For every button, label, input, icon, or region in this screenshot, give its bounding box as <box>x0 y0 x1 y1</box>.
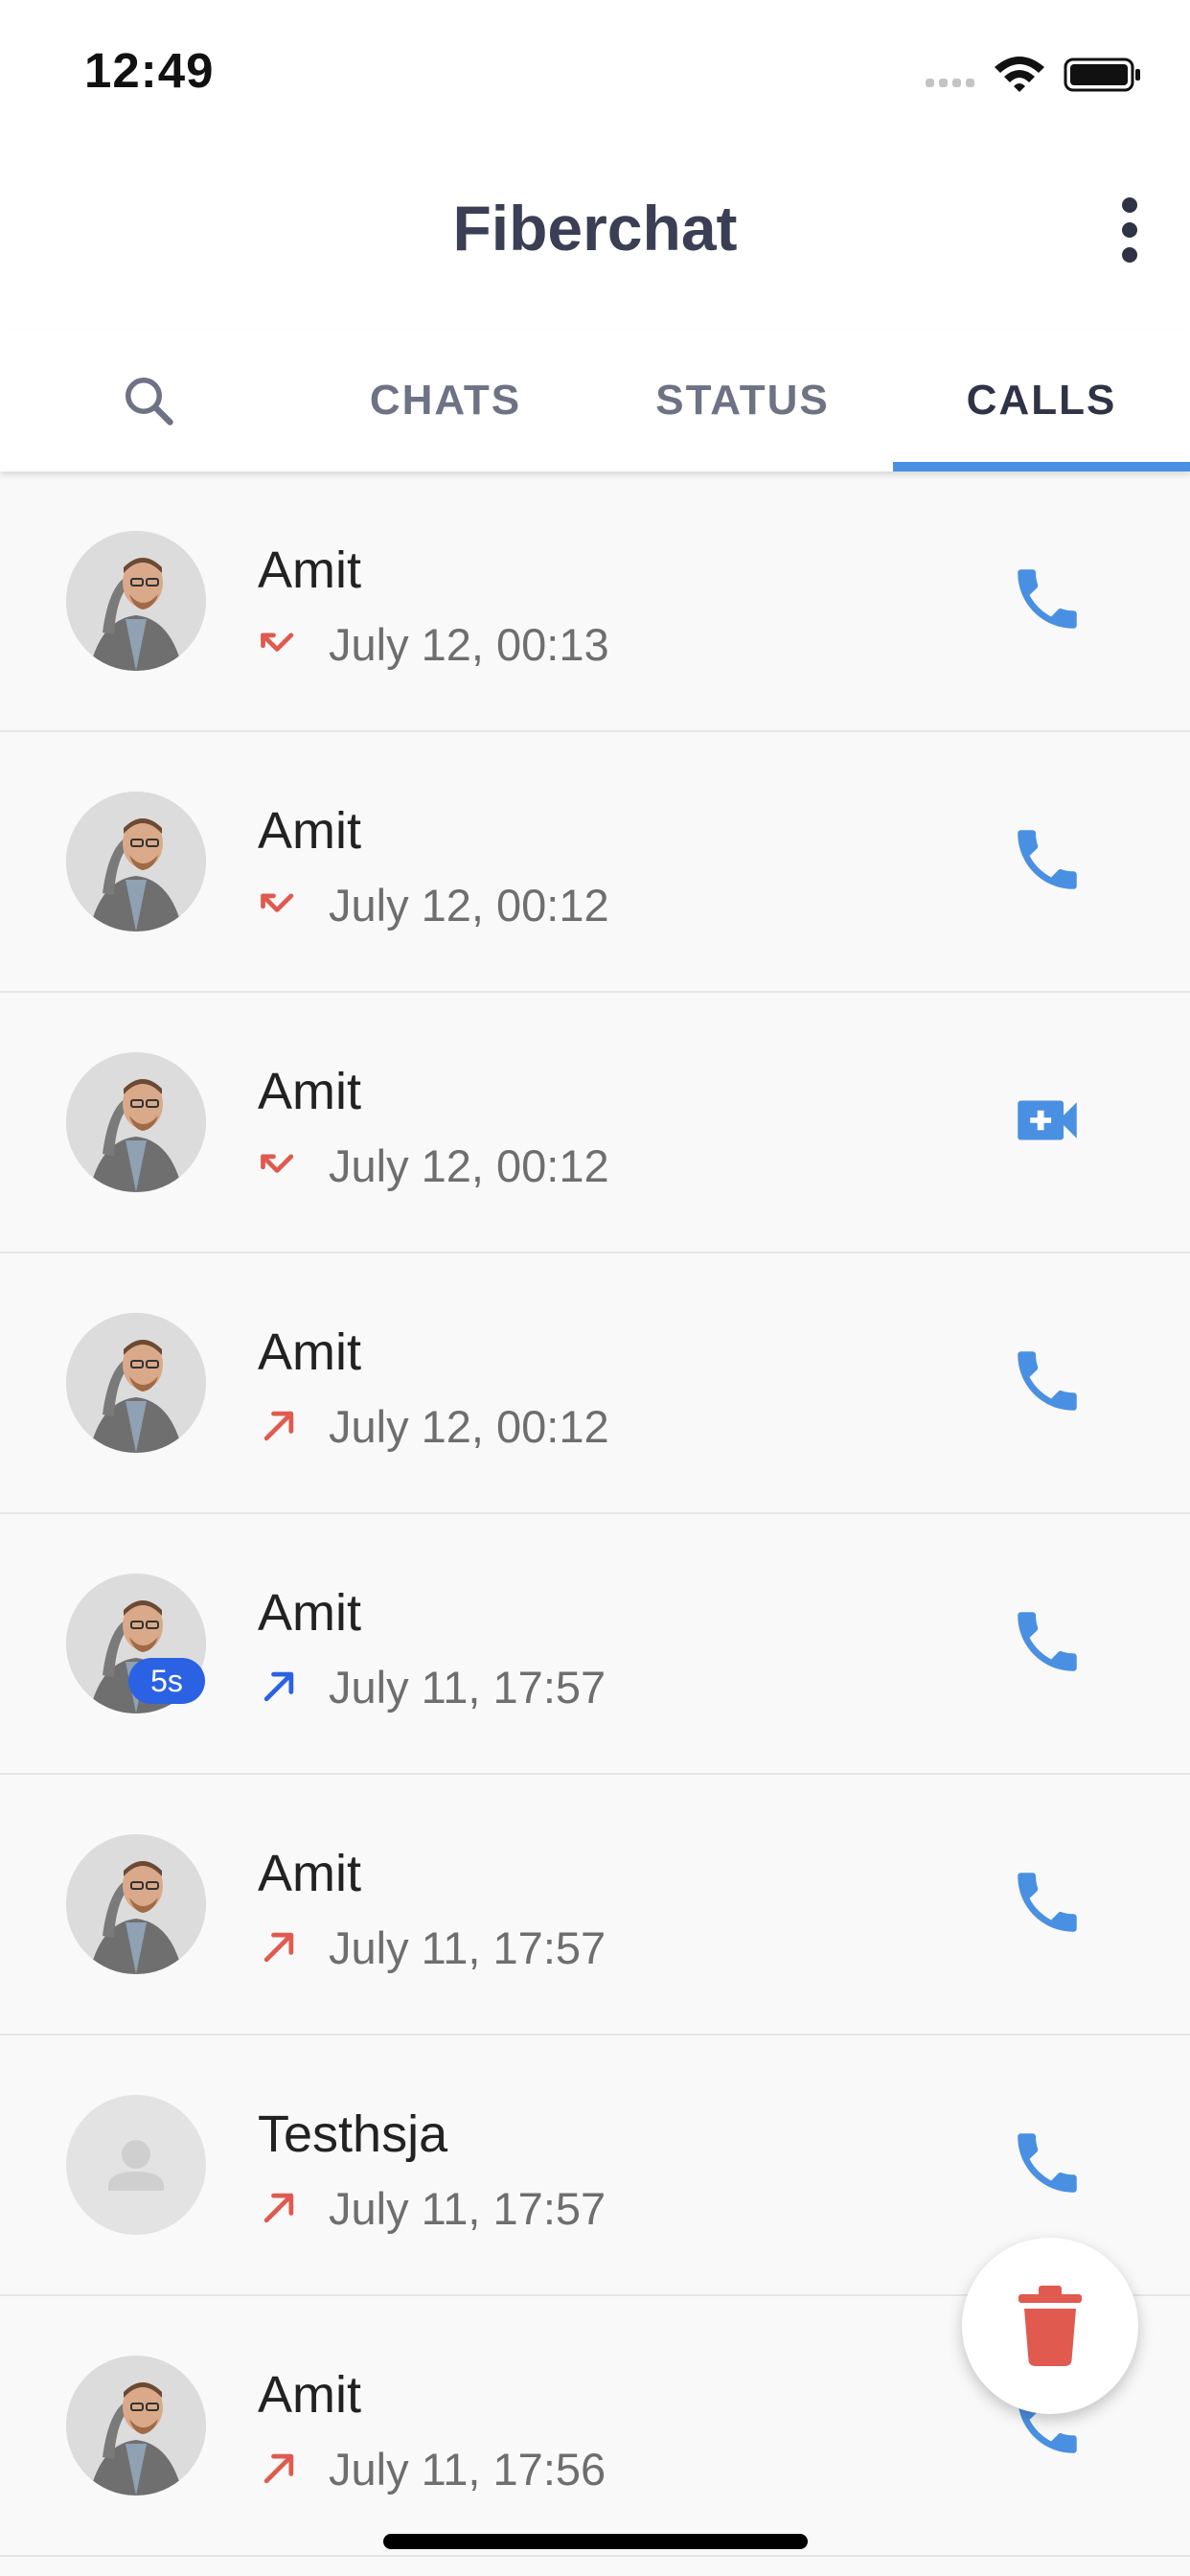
call-time: July 12, 00:12 <box>329 1139 609 1191</box>
tab-chats[interactable]: CHATS <box>297 330 594 472</box>
more-vert-icon[interactable] <box>1096 192 1163 268</box>
call-time: July 11, 17:57 <box>329 1921 606 1973</box>
call-row[interactable]: 5s Amit July 11, 17:57 <box>0 1514 1190 1775</box>
call-made-icon <box>263 2193 294 2223</box>
call-missed-icon <box>261 1154 294 1173</box>
call-meta: July 12, 00:12 <box>258 876 609 933</box>
wifi-icon <box>995 57 1044 92</box>
active-tab-indicator <box>893 462 1190 472</box>
home-indicator <box>383 2534 808 2549</box>
duration-badge: 5s <box>128 1658 205 1704</box>
call-row[interactable]: Amit July 12, 00:12 <box>0 993 1190 1254</box>
call-meta: July 11, 17:57 <box>258 2179 606 2237</box>
call-time: July 12, 00:13 <box>329 618 609 670</box>
call-row[interactable]: Amit July 12, 00:12 <box>0 732 1190 993</box>
contact-photo <box>66 531 206 671</box>
call-time: July 11, 17:57 <box>329 2182 606 2234</box>
contact-photo <box>66 1052 206 1192</box>
call-made-icon <box>263 1671 294 1702</box>
call-made-icon <box>263 2453 294 2484</box>
call-list: Amit July 12, 00:13 Amit July 12, 00:12 … <box>0 472 1190 2557</box>
contact-name: Testhsja <box>258 2105 448 2163</box>
call-meta: July 12, 00:13 <box>258 615 609 673</box>
contact-photo <box>66 1313 206 1453</box>
call-row[interactable]: Amit July 12, 00:13 <box>0 472 1190 732</box>
call-missed-icon <box>261 632 294 652</box>
phone-icon[interactable] <box>1008 1863 1087 1942</box>
avatar <box>66 2356 206 2496</box>
video-call-icon[interactable] <box>1008 1081 1087 1160</box>
contact-name: Amit <box>258 541 361 599</box>
app-title: Fiberchat <box>452 193 738 264</box>
avatar <box>66 1052 206 1192</box>
contact-name: Amit <box>258 1584 361 1642</box>
avatar <box>66 1313 206 1453</box>
contact-name: Amit <box>258 802 361 860</box>
signal-icon <box>926 79 974 87</box>
contact-name: Amit <box>258 1323 361 1381</box>
avatar <box>66 531 206 671</box>
tab-calls[interactable]: CALLS <box>893 330 1190 472</box>
call-meta: July 11, 17:57 <box>258 1919 606 1976</box>
contact-photo <box>66 2356 206 2496</box>
phone-icon[interactable] <box>1008 820 1087 899</box>
call-made-icon <box>263 1411 294 1441</box>
call-made-icon <box>263 1932 294 1963</box>
status-time: 12:49 <box>84 43 215 98</box>
delete-fab[interactable] <box>962 2238 1138 2414</box>
app-header: Fiberchat <box>0 144 1190 330</box>
call-row[interactable]: Amit July 11, 17:57 <box>0 1775 1190 2036</box>
call-meta: July 11, 17:57 <box>258 1658 606 1715</box>
call-missed-icon <box>261 893 294 912</box>
phone-icon[interactable] <box>1008 1342 1087 1420</box>
avatar <box>66 792 206 932</box>
call-time: July 12, 00:12 <box>329 1400 609 1452</box>
tab-status[interactable]: STATUS <box>594 330 891 472</box>
phone-icon[interactable] <box>1008 1602 1087 1681</box>
contact-name: Amit <box>258 1063 361 1120</box>
status-icons <box>926 57 1140 92</box>
phone-icon[interactable] <box>1008 2124 1087 2202</box>
contact-photo <box>66 792 206 932</box>
person-icon <box>108 2140 164 2191</box>
call-row[interactable]: Amit July 12, 00:12 <box>0 1254 1190 1514</box>
call-time: July 11, 17:57 <box>329 1661 606 1713</box>
status-bar: 12:49 <box>0 0 1190 144</box>
battery-icon <box>1064 58 1140 92</box>
avatar-placeholder <box>66 2095 206 2235</box>
search-icon <box>126 378 173 426</box>
call-time: July 11, 17:56 <box>329 2443 606 2495</box>
call-meta: July 12, 00:12 <box>258 1137 609 1194</box>
tab-bar: CHATS STATUS CALLS <box>0 330 1190 472</box>
call-time: July 12, 00:12 <box>329 879 609 931</box>
tab-search[interactable] <box>0 330 297 472</box>
avatar <box>66 1834 206 1974</box>
contact-name: Amit <box>258 2366 361 2424</box>
contact-name: Amit <box>258 1845 361 1902</box>
call-meta: July 11, 17:56 <box>258 2440 606 2497</box>
contact-photo <box>66 1834 206 1974</box>
call-meta: July 12, 00:12 <box>258 1397 609 1455</box>
phone-icon[interactable] <box>1008 560 1087 638</box>
delete-icon <box>1018 2286 1082 2366</box>
